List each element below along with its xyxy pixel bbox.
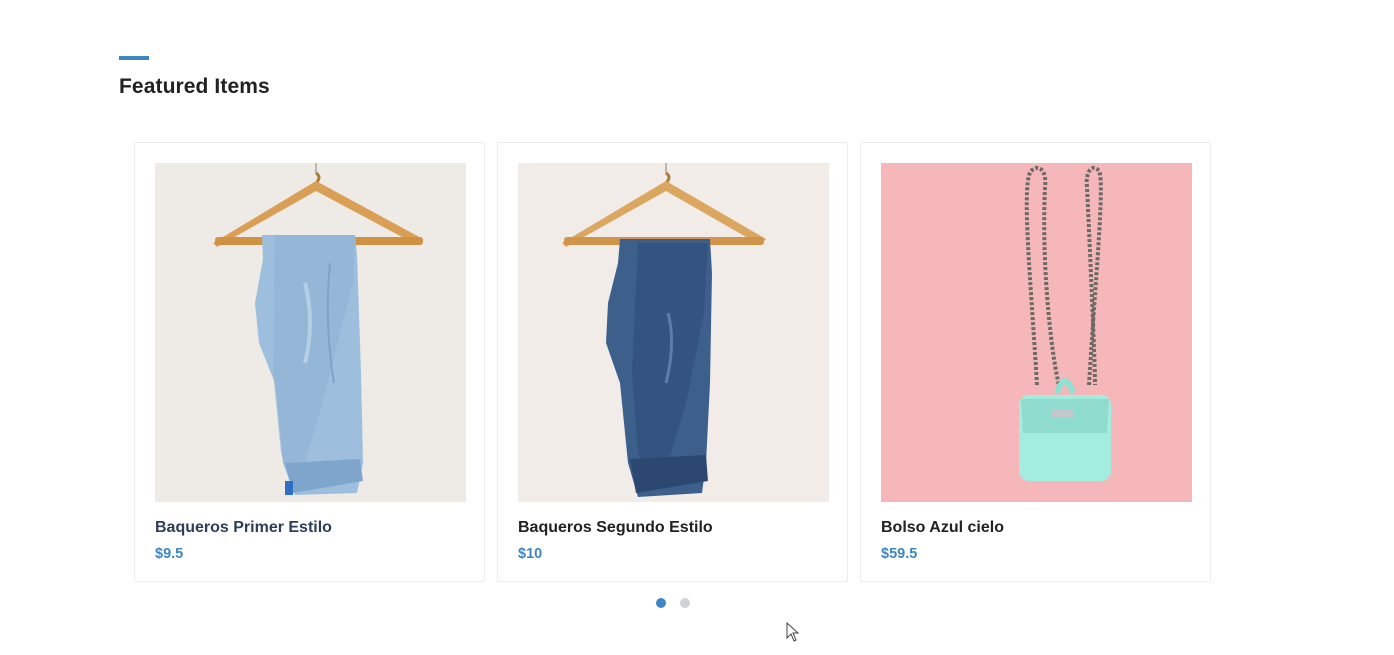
mouse-cursor-icon: [786, 622, 800, 642]
section-title: Featured Items: [119, 75, 270, 98]
product-image-light-jeans[interactable]: [155, 163, 466, 502]
carousel-dot-2[interactable]: [680, 598, 690, 608]
carousel-dot-1[interactable]: [656, 598, 666, 608]
section-accent-bar: [119, 56, 149, 60]
product-name[interactable]: Baqueros Primer Estilo: [155, 519, 332, 537]
product-name[interactable]: Bolso Azul cielo: [881, 519, 1004, 537]
product-price: $9.5: [155, 546, 184, 562]
carousel-pagination: [656, 598, 690, 608]
product-price: $59.5: [881, 546, 918, 562]
product-image-handbag[interactable]: [881, 163, 1192, 502]
product-name[interactable]: Baqueros Segundo Estilo: [518, 519, 713, 537]
product-price: $10: [518, 546, 543, 562]
product-card[interactable]: Baqueros Segundo Estilo $10: [497, 142, 848, 582]
product-card[interactable]: Bolso Azul cielo $59.5: [860, 142, 1211, 582]
product-image-dark-jeans[interactable]: [518, 163, 829, 502]
product-card[interactable]: Baqueros Primer Estilo $9.5: [134, 142, 485, 582]
